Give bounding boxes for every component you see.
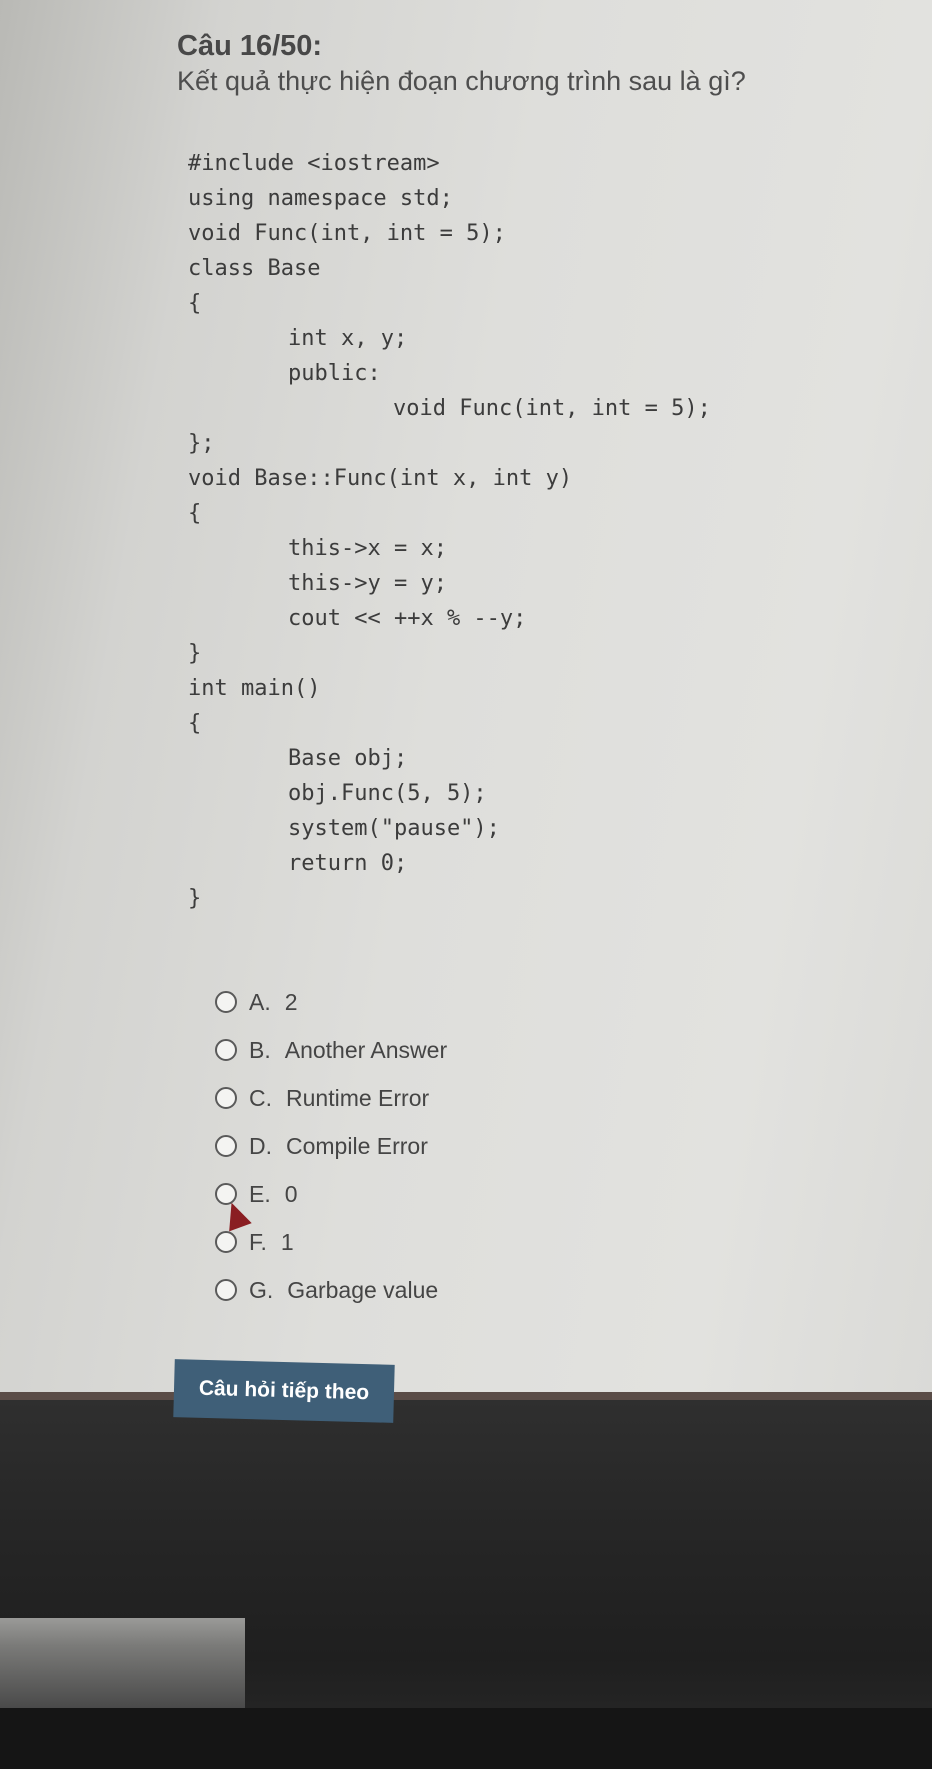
- option-text: 2: [284, 988, 298, 1015]
- option-letter: A.: [249, 988, 271, 1015]
- option-a[interactable]: A. 2: [215, 978, 447, 1026]
- option-letter: G.: [249, 1276, 274, 1303]
- option-text: Another Answer: [284, 1036, 448, 1063]
- monitor-base: [0, 1708, 932, 1769]
- option-b[interactable]: B. Another Answer: [215, 1026, 447, 1074]
- option-g[interactable]: G. Garbage value: [215, 1266, 447, 1314]
- code-line: {: [188, 501, 202, 526]
- option-c[interactable]: C. Runtime Error: [215, 1074, 447, 1122]
- code-line: }: [188, 641, 202, 666]
- option-text: 0: [284, 1180, 298, 1207]
- radio-button[interactable]: [215, 1135, 237, 1157]
- answer-options: A. 2 B. Another Answer C. Runtime Error …: [215, 978, 447, 1314]
- code-line: class Base: [188, 256, 321, 281]
- code-line: return 0;: [288, 851, 408, 876]
- option-text: Compile Error: [286, 1132, 428, 1159]
- radio-button[interactable]: [215, 1231, 237, 1253]
- code-line: this->x = x;: [288, 536, 447, 561]
- code-line: }: [188, 886, 202, 911]
- code-line: {: [188, 711, 202, 736]
- option-letter: B.: [249, 1036, 271, 1063]
- code-line: void Func(int, int = 5);: [188, 221, 506, 246]
- code-line: obj.Func(5, 5);: [288, 781, 487, 806]
- option-f[interactable]: F. 1: [215, 1218, 447, 1266]
- code-line: };: [188, 431, 215, 456]
- code-line: system("pause");: [288, 816, 500, 841]
- code-line: #include <iostream>: [188, 151, 440, 176]
- code-line: void Func(int, int = 5);: [393, 396, 711, 421]
- monitor-stand-strip: [0, 1618, 245, 1708]
- quiz-screen: Câu 16/50: Kết quả thực hiện đoạn chương…: [0, 0, 932, 1420]
- option-e[interactable]: E. 0: [215, 1170, 447, 1218]
- radio-button[interactable]: [215, 1087, 237, 1109]
- radio-button[interactable]: [215, 991, 237, 1013]
- option-letter: C.: [249, 1084, 272, 1111]
- option-text: 1: [280, 1228, 294, 1255]
- option-d[interactable]: D. Compile Error: [215, 1122, 447, 1170]
- option-letter: F.: [249, 1228, 267, 1255]
- code-line: this->y = y;: [288, 571, 447, 596]
- question-prompt: Kết quả thực hiện đoạn chương trình sau …: [177, 66, 746, 96]
- option-text: Garbage value: [287, 1276, 439, 1303]
- option-text: Runtime Error: [286, 1084, 430, 1111]
- code-block: #include <iostream> using namespace std;…: [188, 146, 711, 916]
- next-question-button[interactable]: Câu hỏi tiếp theo: [173, 1359, 395, 1423]
- code-line: using namespace std;: [188, 186, 453, 211]
- code-line: void Base::Func(int x, int y): [188, 466, 573, 491]
- code-line: cout << ++x % --y;: [288, 606, 527, 631]
- code-line: Base obj;: [288, 746, 408, 771]
- code-line: int x, y;: [288, 326, 408, 351]
- option-letter: D.: [249, 1132, 272, 1159]
- code-line: public:: [288, 361, 381, 386]
- option-letter: E.: [249, 1180, 271, 1207]
- code-line: {: [188, 291, 202, 316]
- question-number: Câu 16/50:: [177, 30, 323, 62]
- code-line: int main(): [188, 676, 321, 701]
- radio-button[interactable]: [215, 1279, 237, 1301]
- radio-button[interactable]: [215, 1039, 237, 1061]
